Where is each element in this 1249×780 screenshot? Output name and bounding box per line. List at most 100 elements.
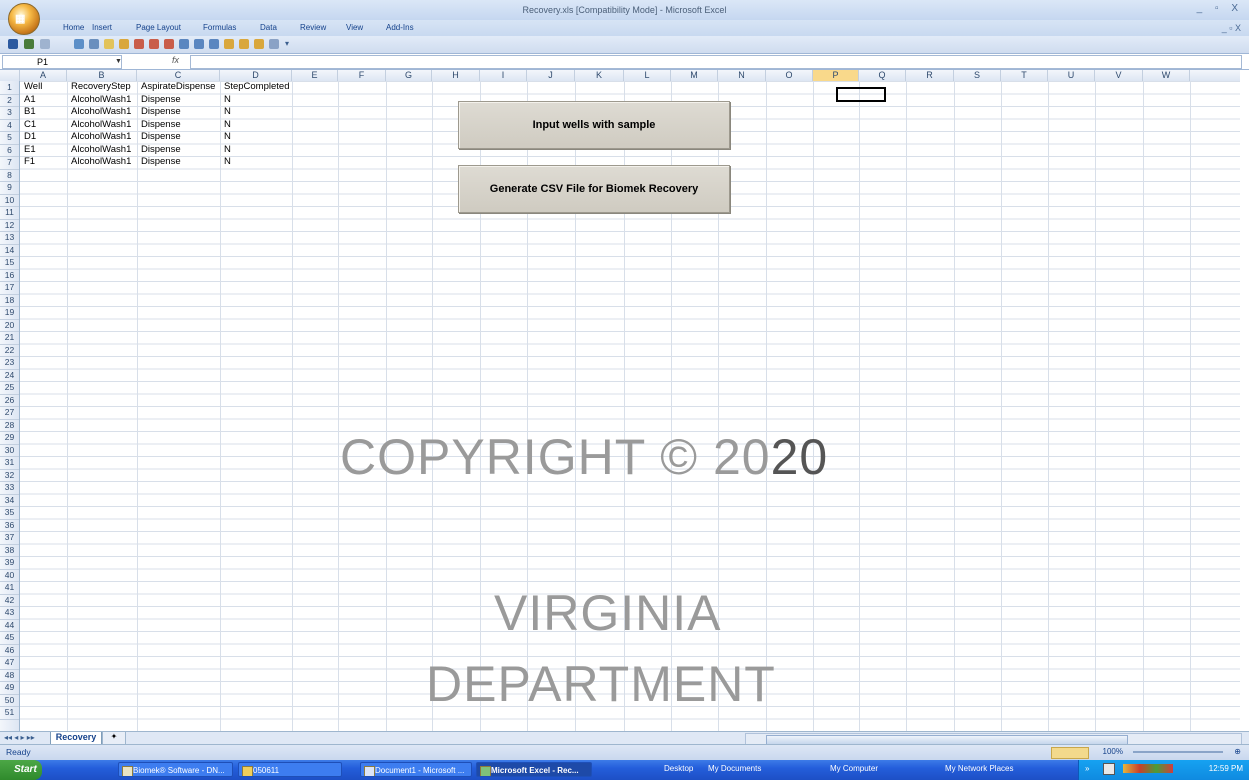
row-header[interactable]: 8 xyxy=(0,169,19,182)
zoom-level[interactable]: 100% xyxy=(1103,747,1123,756)
table-cell[interactable]: N xyxy=(224,94,231,105)
row-header[interactable]: 29 xyxy=(0,431,19,445)
table-cell[interactable]: AspirateDispense xyxy=(141,81,215,92)
column-header[interactable]: H xyxy=(432,70,480,81)
table-cell[interactable]: N xyxy=(224,144,231,155)
column-header[interactable]: R xyxy=(906,70,954,81)
column-header[interactable]: K xyxy=(575,70,624,81)
grid-icon[interactable] xyxy=(209,39,219,49)
ribbon-window-controls[interactable]: _ ▫ X xyxy=(1222,23,1241,33)
column-header[interactable]: J xyxy=(527,70,575,81)
tray-expand-icon[interactable]: » xyxy=(1085,764,1089,773)
row-header[interactable]: 21 xyxy=(0,331,19,345)
row-header[interactable]: 3 xyxy=(0,106,19,120)
column-header[interactable]: D xyxy=(220,70,292,81)
chevron-down-icon[interactable]: ▼ xyxy=(115,58,122,65)
table-cell[interactable]: B1 xyxy=(24,106,36,117)
row-header[interactable]: 5 xyxy=(0,131,19,145)
column-header[interactable]: G xyxy=(386,70,432,81)
row-header[interactable]: 19 xyxy=(0,306,19,320)
form-icon[interactable] xyxy=(179,39,189,49)
save-icon[interactable] xyxy=(8,39,18,49)
find-icon[interactable] xyxy=(89,39,99,49)
row-header[interactable]: 45 xyxy=(0,631,19,645)
formula-input[interactable] xyxy=(190,55,1242,69)
table-cell[interactable]: RecoveryStep xyxy=(71,81,131,92)
table-cell[interactable]: N xyxy=(224,156,231,167)
undo-icon[interactable] xyxy=(24,39,34,49)
row-header[interactable]: 10 xyxy=(0,194,19,207)
tab-home[interactable]: Home xyxy=(63,23,84,32)
taskbar-item-folder[interactable]: 050611 xyxy=(238,762,342,777)
row-header[interactable]: 14 xyxy=(0,244,19,257)
column-header[interactable]: T xyxy=(1001,70,1048,81)
row-header[interactable]: 16 xyxy=(0,269,19,282)
tray-icons[interactable] xyxy=(1123,764,1173,773)
row-header[interactable]: 50 xyxy=(0,694,19,707)
column-header[interactable]: O xyxy=(766,70,813,81)
row-header[interactable]: 49 xyxy=(0,681,19,695)
open-folder-icon[interactable] xyxy=(119,39,129,49)
row-header[interactable]: 20 xyxy=(0,319,19,332)
taskbar-item-excel[interactable]: Microsoft Excel - Rec... xyxy=(476,762,592,777)
row-header[interactable]: 4 xyxy=(0,119,19,132)
tab-formulas[interactable]: Formulas xyxy=(203,23,236,32)
table-cell[interactable]: Well xyxy=(24,81,42,92)
row-header[interactable]: 35 xyxy=(0,506,19,520)
row-header[interactable]: 51 xyxy=(0,706,19,720)
table-cell[interactable]: Dispense xyxy=(141,131,181,142)
tab-review[interactable]: Review xyxy=(300,23,326,32)
row-header[interactable]: 18 xyxy=(0,294,19,307)
help-icon[interactable] xyxy=(1103,763,1115,775)
table-cell[interactable]: N xyxy=(224,106,231,117)
column-header[interactable]: A xyxy=(20,70,67,81)
row-header[interactable]: 24 xyxy=(0,369,19,382)
generate-csv-button[interactable]: Generate CSV File for Biomek Recovery xyxy=(458,165,730,213)
table-cell[interactable]: D1 xyxy=(24,131,36,142)
column-header[interactable]: N xyxy=(718,70,766,81)
table-cell[interactable]: AlcoholWash1 xyxy=(71,144,131,155)
row-header[interactable]: 11 xyxy=(0,206,19,220)
row-header[interactable]: 39 xyxy=(0,556,19,570)
row-header[interactable]: 44 xyxy=(0,619,19,632)
table-cell[interactable]: Dispense xyxy=(141,94,181,105)
row-header[interactable]: 46 xyxy=(0,644,19,657)
tool3-icon[interactable] xyxy=(254,39,264,49)
table-icon[interactable] xyxy=(194,39,204,49)
table-cell[interactable]: AlcoholWash1 xyxy=(71,119,131,130)
table-cell[interactable]: N xyxy=(224,131,231,142)
row-header[interactable]: 6 xyxy=(0,144,19,157)
column-header[interactable]: P xyxy=(813,70,859,81)
row-header[interactable]: 13 xyxy=(0,231,19,245)
row-header[interactable]: 40 xyxy=(0,569,19,582)
table-cell[interactable]: A1 xyxy=(24,94,36,105)
table-cell[interactable]: StepCompleted xyxy=(224,81,289,92)
row-header[interactable]: 43 xyxy=(0,606,19,620)
column-header[interactable]: W xyxy=(1143,70,1190,81)
sheet-navigation[interactable]: ◂◂ ◂ ▸ ▸▸ xyxy=(4,733,35,742)
view-buttons-icon[interactable] xyxy=(1051,747,1089,759)
row-header[interactable]: 27 xyxy=(0,406,19,420)
row-header[interactable]: 22 xyxy=(0,344,19,357)
row-header[interactable]: 17 xyxy=(0,281,19,295)
row-header[interactable]: 37 xyxy=(0,531,19,545)
tab-add-ins[interactable]: Add-Ins xyxy=(386,23,414,32)
row-header[interactable]: 12 xyxy=(0,219,19,232)
column-header[interactable]: M xyxy=(671,70,718,81)
table-cell[interactable]: AlcoholWash1 xyxy=(71,94,131,105)
column-header[interactable]: F xyxy=(338,70,386,81)
row-header[interactable]: 26 xyxy=(0,394,19,407)
table-cell[interactable]: Dispense xyxy=(141,119,181,130)
table-cell[interactable]: AlcoholWash1 xyxy=(71,156,131,167)
table-cell[interactable]: F1 xyxy=(24,156,35,167)
row-header[interactable]: 15 xyxy=(0,256,19,270)
table-cell[interactable]: Dispense xyxy=(141,156,181,167)
column-header[interactable]: V xyxy=(1095,70,1143,81)
row-header[interactable]: 7 xyxy=(0,156,19,170)
row-header[interactable]: 47 xyxy=(0,656,19,670)
column-header[interactable]: I xyxy=(480,70,527,81)
toolbar-my-network-places[interactable]: My Network Places xyxy=(945,764,1013,773)
row-header[interactable]: 9 xyxy=(0,181,19,195)
row-header[interactable]: 32 xyxy=(0,469,19,482)
row-header[interactable]: 1 xyxy=(0,81,19,95)
